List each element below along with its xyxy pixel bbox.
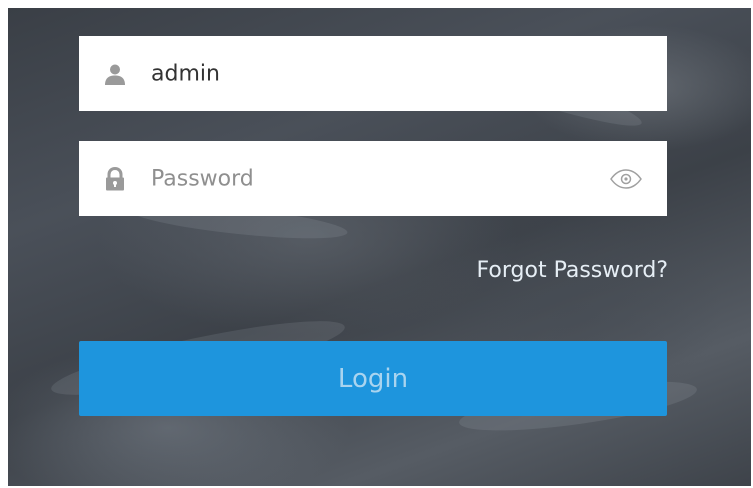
username-value[interactable]: admin: [151, 61, 220, 86]
login-button-label: Login: [337, 363, 409, 394]
lock-icon: [106, 166, 124, 190]
login-screen: admin Password Forgot Password? Login: [0, 0, 753, 488]
password-placeholder[interactable]: Password: [151, 166, 254, 191]
password-field[interactable]: Password: [79, 141, 667, 216]
forgot-password-link[interactable]: Forgot Password?: [477, 258, 668, 283]
user-icon: [105, 64, 125, 85]
login-button[interactable]: Login: [79, 341, 667, 416]
eye-icon[interactable]: [609, 168, 643, 189]
username-field[interactable]: admin: [79, 36, 667, 111]
